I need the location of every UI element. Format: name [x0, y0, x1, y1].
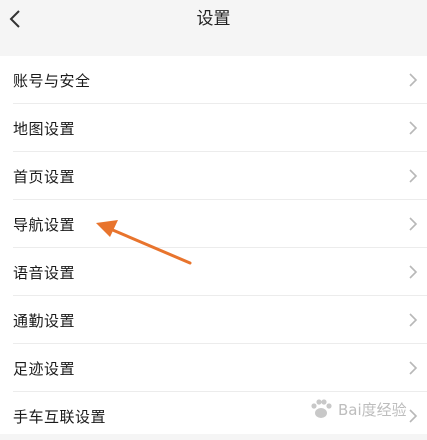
chevron-right-icon	[409, 217, 418, 231]
settings-row-commute[interactable]: 通勤设置	[0, 296, 427, 344]
settings-row-footprint[interactable]: 足迹设置	[0, 344, 427, 392]
row-label: 足迹设置	[13, 359, 76, 378]
row-label: 通勤设置	[13, 311, 76, 330]
settings-row-voice[interactable]: 语音设置	[0, 248, 427, 296]
watermark-text: Bai度经验	[338, 400, 407, 419]
row-label: 地图设置	[13, 119, 76, 138]
row-label: 导航设置	[13, 215, 76, 234]
chevron-right-icon	[409, 313, 418, 327]
settings-list: 账号与安全 地图设置 首页设置 导航设置 语音设置 通勤设置 足迹设置 手车互联…	[0, 56, 427, 434]
watermark: Bai度经验	[308, 386, 426, 432]
settings-row-home[interactable]: 首页设置	[0, 152, 427, 200]
chevron-right-icon	[409, 361, 418, 375]
chevron-right-icon	[409, 121, 418, 135]
page-title: 设置	[196, 9, 231, 29]
settings-row-account-security[interactable]: 账号与安全	[0, 56, 427, 104]
chevron-right-icon	[409, 73, 418, 87]
row-label: 首页设置	[13, 167, 76, 186]
settings-row-map[interactable]: 地图设置	[0, 104, 427, 152]
chevron-right-icon	[409, 265, 418, 279]
row-label: 语音设置	[13, 263, 76, 282]
top-bar: 设置	[0, 0, 427, 41]
paw-logo-icon	[311, 399, 332, 418]
chevron-right-icon	[409, 169, 418, 183]
row-label: 账号与安全	[13, 71, 91, 90]
settings-row-navigation[interactable]: 导航设置	[0, 200, 427, 248]
row-label: 手车互联设置	[13, 407, 107, 426]
